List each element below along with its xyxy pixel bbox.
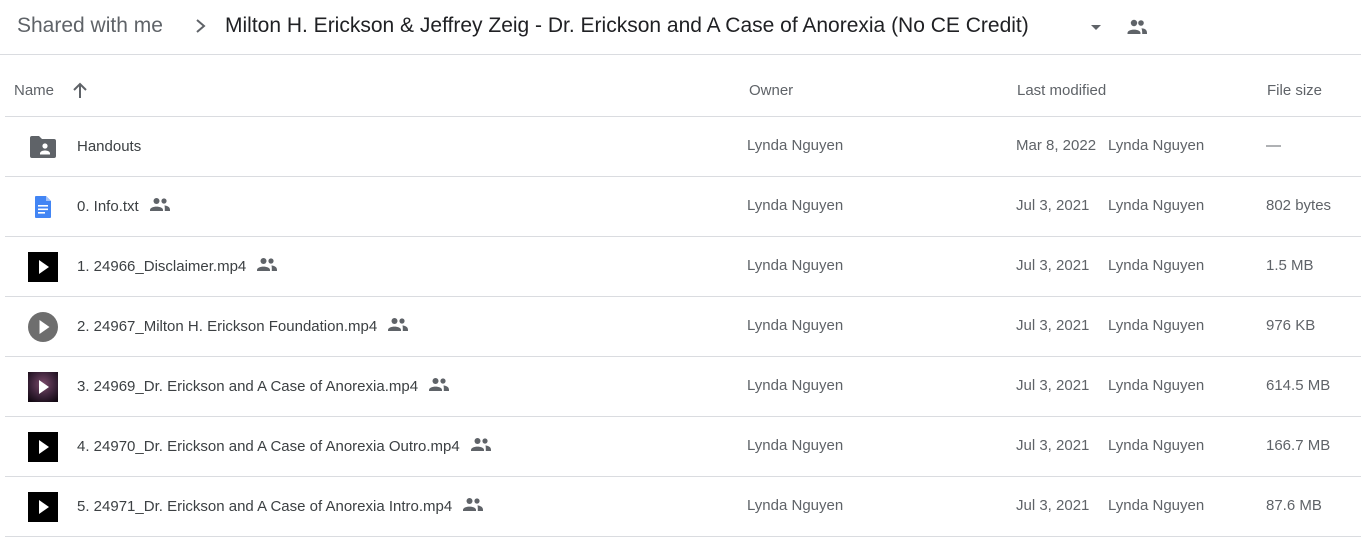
file-modified-date: Jul 3, 2021 [1016,197,1090,214]
file-row[interactable]: 3. 24969_Dr. Erickson and A Case of Anor… [5,357,1361,417]
caret-down-icon[interactable] [1086,17,1106,37]
video-play-icon [28,252,58,282]
video-circle-icon [28,312,58,342]
chevron-right-icon [196,19,206,33]
file-owner: Lynda Nguyen [747,197,844,214]
file-owner: Lynda Nguyen [747,377,844,394]
file-row[interactable]: 1. 24966_Disclaimer.mp4 Lynda Nguyen Jul… [5,237,1361,297]
file-modified-date: Jul 3, 2021 [1016,437,1090,454]
people-icon[interactable] [1126,17,1148,37]
file-size: 976 KB [1266,317,1316,334]
file-row[interactable]: Handouts Lynda Nguyen Mar 8, 2022 Lynda … [5,117,1361,177]
video-play-icon [28,492,58,522]
people-icon [257,258,278,271]
file-modified-by: Lynda Nguyen [1108,137,1205,154]
column-header-last-modified[interactable]: Last modified [1017,56,1106,117]
breadcrumb-shared-with-me[interactable]: Shared with me [17,12,163,40]
arrow-up-icon[interactable] [71,82,89,100]
file-modified-by: Lynda Nguyen [1108,257,1205,274]
column-header-owner: Owner [749,82,794,99]
file-size: 1.5 MB [1266,257,1314,274]
file-modified-date: Jul 3, 2021 [1016,317,1090,334]
file-modified-by: Lynda Nguyen [1108,497,1205,514]
file-modified-by: Lynda Nguyen [1108,437,1205,454]
file-modified-by: Lynda Nguyen [1108,317,1205,334]
breadcrumb-bar: Shared with me Milton H. Erickson & Jeff… [0,0,1361,55]
file-size: 614.5 MB [1266,377,1331,394]
file-name: 0. Info.txt [77,197,139,215]
file-modified-date: Jul 3, 2021 [1016,257,1090,274]
file-modified-date: Mar 8, 2022 [1016,137,1097,154]
file-owner: Lynda Nguyen [747,317,844,334]
file-size: 802 bytes [1266,197,1332,214]
file-modified-date: Jul 3, 2021 [1016,377,1090,394]
people-icon [149,198,170,211]
video-thumbnail-icon [28,372,58,402]
file-owner: Lynda Nguyen [747,257,844,274]
file-size: 166.7 MB [1266,437,1331,454]
shared-folder-icon [30,136,56,158]
file-name: 5. 24971_Dr. Erickson and A Case of Anor… [77,497,453,515]
column-header-file-size[interactable]: File size [1267,56,1322,117]
doc-icon [35,196,51,218]
file-list: Handouts Lynda Nguyen Mar 8, 2022 Lynda … [5,117,1361,537]
file-size: 87.6 MB [1266,497,1322,514]
file-name: Handouts [77,137,142,155]
file-modified-date: Jul 3, 2021 [1016,497,1090,514]
file-row[interactable]: 0. Info.txt Lynda Nguyen Jul 3, 2021 Lyn… [5,177,1361,237]
people-icon [463,498,484,511]
file-name: 4. 24970_Dr. Erickson and A Case of Anor… [77,437,460,455]
file-row[interactable]: 4. 24970_Dr. Erickson and A Case of Anor… [5,417,1361,477]
video-play-icon [28,432,58,462]
file-owner: Lynda Nguyen [747,437,844,454]
file-size: — [1266,137,1281,154]
column-header-row: Name Owner Last modified File size [5,56,1361,117]
file-modified-by: Lynda Nguyen [1108,377,1205,394]
file-owner: Lynda Nguyen [747,137,844,154]
file-name: 1. 24966_Disclaimer.mp4 [77,257,247,275]
file-modified-by: Lynda Nguyen [1108,197,1205,214]
people-icon [388,318,409,331]
file-name: 3. 24969_Dr. Erickson and A Case of Anor… [77,377,419,395]
people-icon [429,378,450,391]
file-name: 2. 24967_Milton H. Erickson Foundation.m… [77,317,378,335]
breadcrumb-current-folder[interactable]: Milton H. Erickson & Jeffrey Zeig - Dr. … [225,12,1029,40]
file-row[interactable]: 2. 24967_Milton H. Erickson Foundation.m… [5,297,1361,357]
column-header-name[interactable]: Name [14,56,54,117]
file-row[interactable]: 5. 24971_Dr. Erickson and A Case of Anor… [5,477,1361,537]
people-icon [470,438,491,451]
file-owner: Lynda Nguyen [747,497,844,514]
